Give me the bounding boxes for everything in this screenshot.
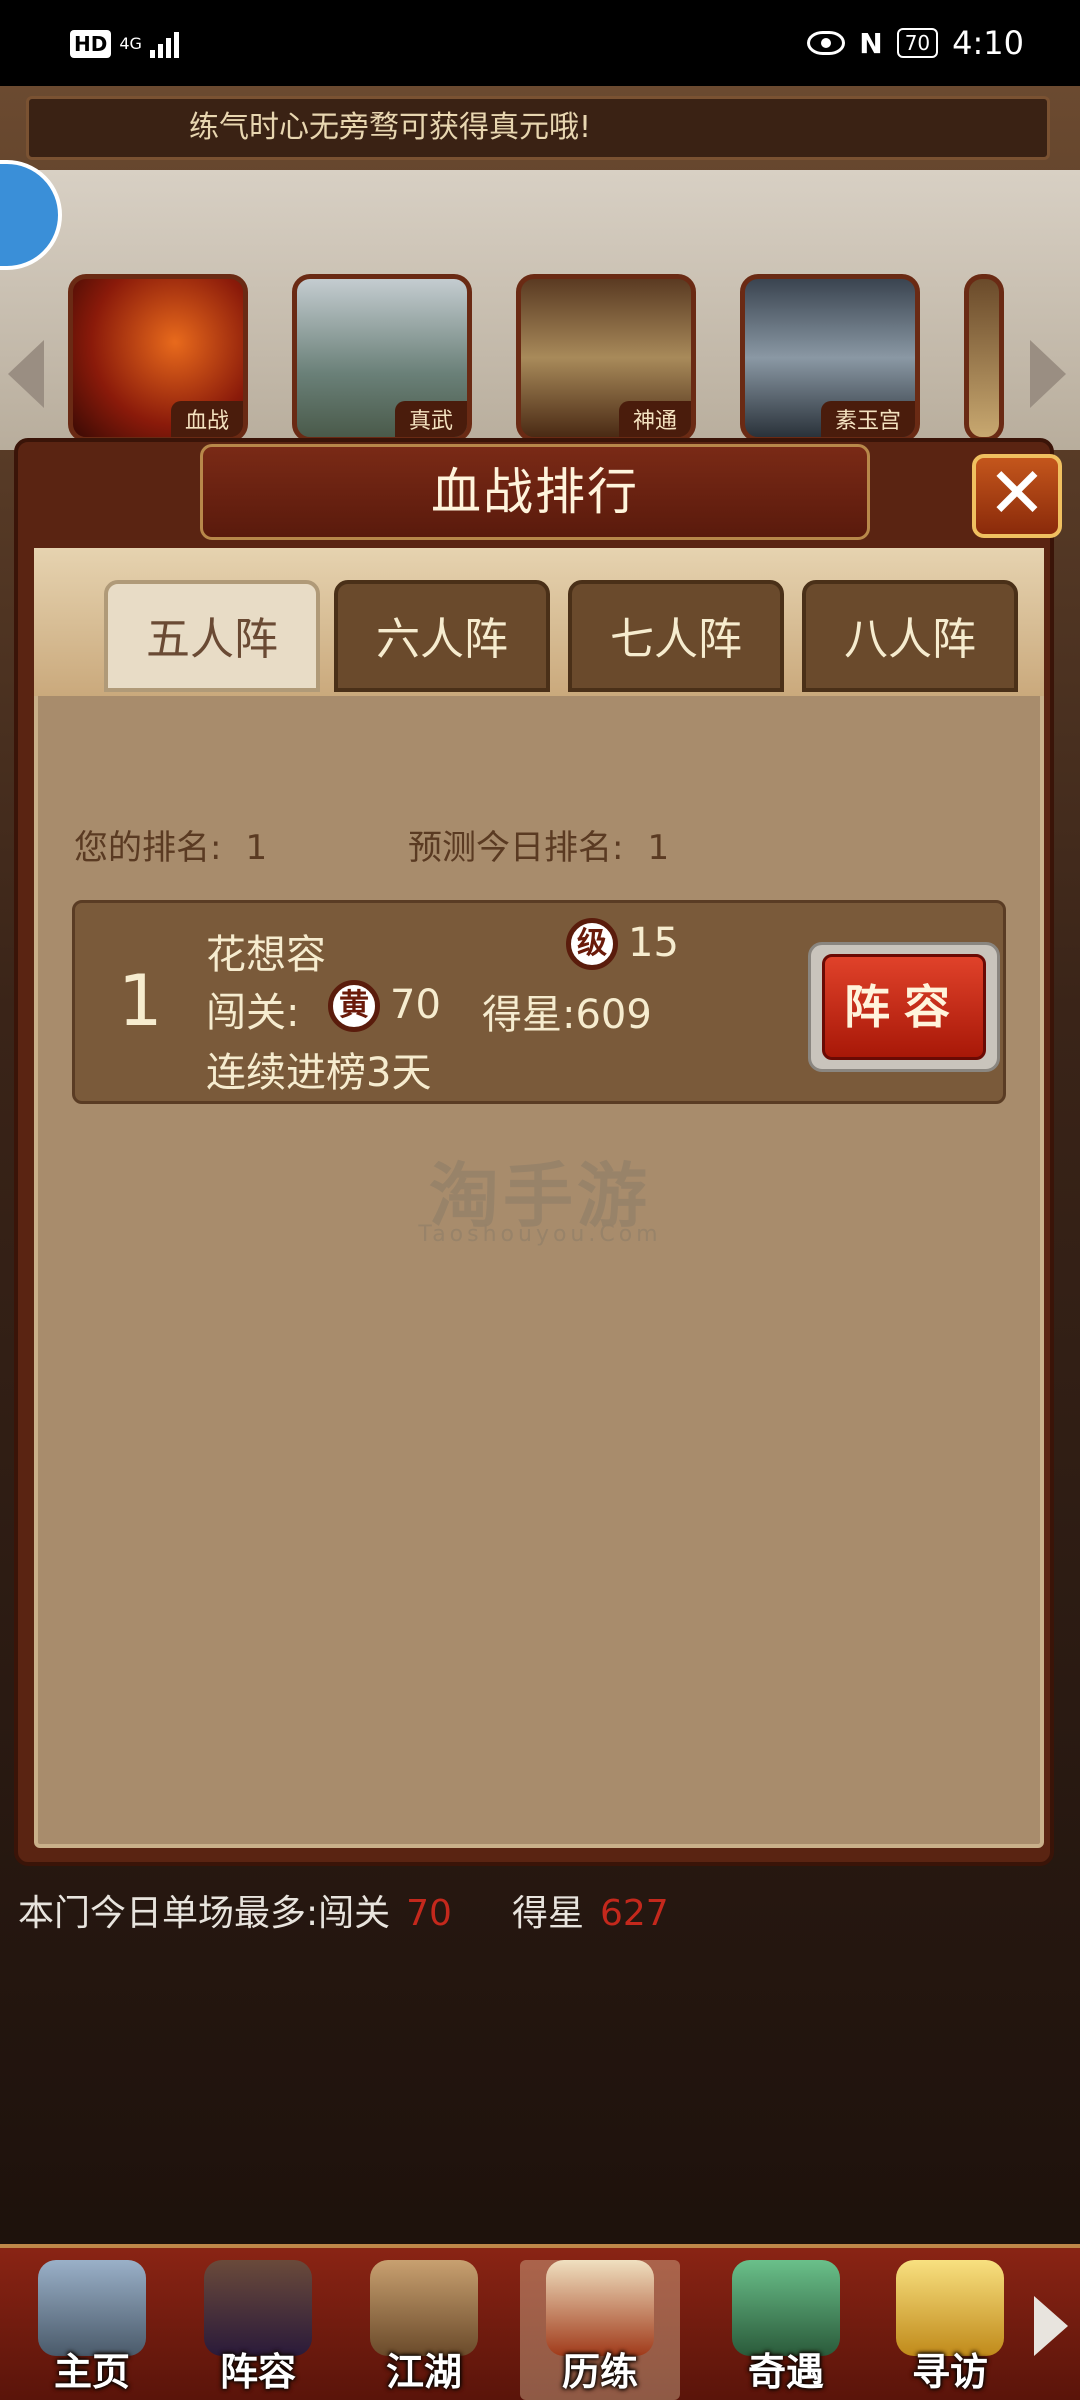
eye-icon bbox=[807, 31, 846, 55]
sect-best-label: 本门今日单场最多: bbox=[18, 1893, 319, 1934]
predicted-rank: 预测今日排名: 1 bbox=[408, 820, 669, 869]
lineup-button[interactable]: 阵容 bbox=[822, 954, 986, 1060]
tier-icon: 黄 bbox=[328, 980, 380, 1032]
mode-card-shentong[interactable]: 神通 bbox=[516, 274, 696, 442]
network-label: 4G bbox=[119, 34, 142, 53]
battery-icon: 70 bbox=[896, 28, 939, 58]
predicted-rank-label: 预测今日排名: bbox=[408, 828, 624, 868]
watermark-text: Taoshouyou.Com bbox=[418, 1222, 662, 1247]
player-level: 15 bbox=[628, 920, 679, 966]
mode-card-label: 素玉宫 bbox=[820, 401, 915, 437]
sect-best-line: 本门今日单场最多:闯关 70 得星 627 bbox=[18, 1884, 669, 1936]
stars-value: 609 bbox=[575, 992, 652, 1038]
sect-best-stage-label: 闯关 bbox=[318, 1893, 391, 1934]
player-name: 花想容 bbox=[206, 932, 326, 978]
streak-text: 连续进榜3天 bbox=[206, 1050, 432, 1096]
mode-card-partial[interactable] bbox=[964, 274, 1004, 442]
status-left: HD 4G bbox=[70, 30, 179, 58]
mode-card-zhenwu[interactable]: 真武 bbox=[292, 274, 472, 442]
nav-visit-label: 寻访 bbox=[911, 2350, 988, 2394]
level-icon: 级 bbox=[566, 918, 618, 970]
my-rank: 您的排名: 1 bbox=[74, 820, 267, 869]
signal-icon bbox=[149, 30, 179, 58]
tab-eight[interactable]: 八人阵 bbox=[802, 580, 1018, 692]
mode-card-label: 神通 bbox=[618, 401, 691, 437]
stage-label: 闯关: bbox=[206, 990, 300, 1036]
entry-rank: 1 bbox=[118, 960, 163, 1042]
nfc-icon: N bbox=[859, 26, 883, 60]
nav-more-arrow-icon[interactable] bbox=[1034, 2296, 1068, 2356]
mode-card-suyugong[interactable]: 素玉宫 bbox=[740, 274, 920, 442]
nav-lineup-label: 阵容 bbox=[219, 2350, 296, 2394]
close-button[interactable]: ✕ bbox=[972, 454, 1062, 538]
nav-visit[interactable]: 寻访 bbox=[870, 2260, 1030, 2400]
tip-bar: 练气时心无旁骛可获得真元哦! bbox=[26, 96, 1050, 160]
nav-training[interactable]: 历练 bbox=[520, 2260, 680, 2400]
sect-best-stars-value: 627 bbox=[599, 1893, 669, 1934]
carousel-left-arrow-icon[interactable] bbox=[8, 340, 44, 408]
tab-seven[interactable]: 七人阵 bbox=[568, 580, 784, 692]
mode-card-xuezhan[interactable]: 血战 bbox=[68, 274, 248, 442]
nav-encounter[interactable]: 奇遇 bbox=[706, 2260, 866, 2400]
predicted-rank-value: 1 bbox=[647, 828, 670, 868]
nav-jianghu-label: 江湖 bbox=[385, 2350, 462, 2394]
mode-card-label: 真武 bbox=[394, 401, 467, 437]
sect-best-stars-label: 得星 bbox=[511, 1893, 584, 1934]
stars-info: 得星:609 bbox=[482, 982, 652, 1040]
my-rank-value: 1 bbox=[245, 828, 268, 868]
tab-five[interactable]: 五人阵 bbox=[104, 580, 320, 692]
nav-home-label: 主页 bbox=[53, 2350, 130, 2394]
stars-label: 得星: bbox=[482, 992, 576, 1038]
my-rank-label: 您的排名: bbox=[74, 828, 222, 868]
status-bar: HD 4G N 70 4:10 bbox=[0, 0, 1080, 86]
nav-jianghu[interactable]: 江湖 bbox=[344, 2260, 504, 2400]
status-right: N 70 4:10 bbox=[807, 24, 1024, 62]
nav-lineup[interactable]: 阵容 bbox=[178, 2260, 338, 2400]
nav-training-label: 历练 bbox=[561, 2350, 638, 2394]
hd-badge: HD bbox=[70, 30, 112, 58]
carousel-right-arrow-icon[interactable] bbox=[1030, 340, 1066, 408]
tab-six[interactable]: 六人阵 bbox=[334, 580, 550, 692]
sect-best-stage-value: 70 bbox=[406, 1893, 452, 1934]
dialog-title: 血战排行 bbox=[200, 444, 870, 540]
clock: 4:10 bbox=[952, 24, 1024, 62]
nav-home[interactable]: 主页 bbox=[12, 2260, 172, 2400]
stage-value: 70 bbox=[390, 982, 441, 1028]
mode-card-label: 血战 bbox=[170, 401, 243, 437]
nav-encounter-label: 奇遇 bbox=[747, 2350, 824, 2394]
